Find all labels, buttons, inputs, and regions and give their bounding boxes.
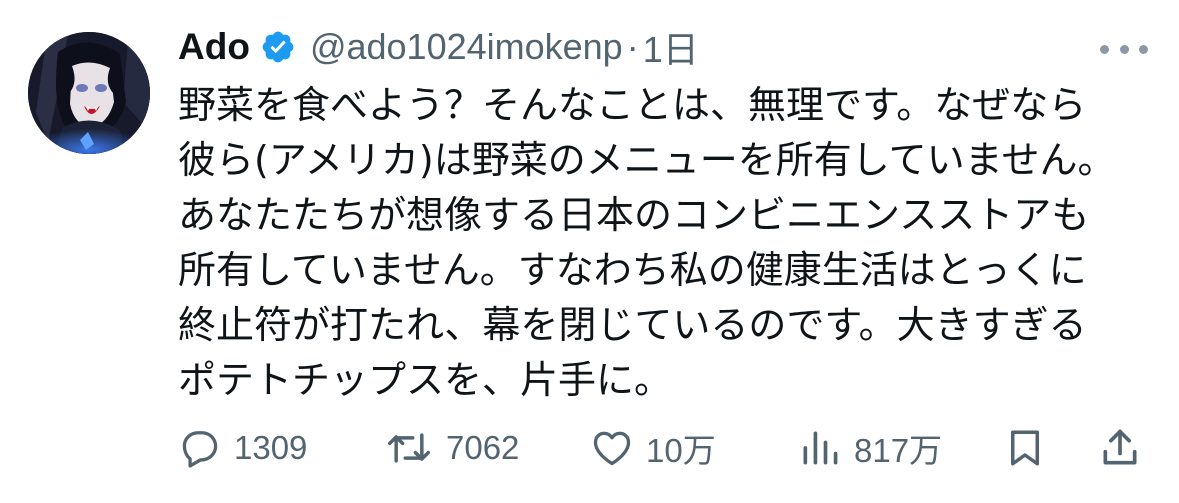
like-button[interactable]: 10万 — [590, 420, 716, 476]
repost-count: 7062 — [446, 429, 520, 466]
post-header: Ado @ado1024imokenp · 1日 — [178, 22, 699, 72]
post-text-line: 所有していません。すなわち私の健康生活はとっくに — [178, 248, 1087, 292]
timestamp[interactable]: 1日 — [643, 21, 699, 73]
action-bar: 1309 7062 10万 817万 — [178, 420, 1148, 476]
post-text-line: あなたたちが想像する日本のコンビニエンスストアも — [178, 193, 1090, 237]
more-dot — [1119, 44, 1129, 54]
more-horizontal-icon[interactable] — [1100, 34, 1148, 64]
separator-dot: · — [626, 26, 639, 67]
post-text-line: 彼ら(アメリカ)は野菜のメニューを所有していません。 — [178, 138, 1116, 182]
share-icon — [1103, 429, 1137, 465]
handle[interactable]: @ado1024imokenp — [310, 26, 623, 68]
repost-button[interactable]: 7062 — [384, 420, 519, 476]
heart-icon — [593, 431, 631, 466]
post-text-line: 終止符が打たれ、幕を閉じているのです。大きすぎる — [178, 303, 1087, 347]
repost-icon — [388, 433, 430, 463]
post-text-line: ポテトチップスを、片手に。 — [178, 358, 673, 402]
display-name[interactable]: Ado — [178, 26, 250, 68]
reply-icon — [182, 431, 218, 468]
avatar[interactable] — [28, 32, 150, 154]
post-text-line: 野菜を食べよう？そんなことは、無理です。なぜなら — [178, 83, 1087, 127]
avatar-illustration — [28, 32, 150, 154]
bookmark-icon — [1011, 430, 1039, 466]
bookmark-button[interactable] — [1004, 420, 1046, 476]
reply-button[interactable]: 1309 — [178, 420, 307, 476]
views-button[interactable]: 817万 — [798, 420, 942, 476]
share-button[interactable] — [1098, 420, 1142, 476]
verified-badge-icon — [260, 29, 296, 65]
post-text: 野菜を食べよう？そんなことは、無理です。なぜなら 彼ら(アメリカ)は野菜のメニュ… — [178, 78, 1138, 408]
more-dot — [1139, 44, 1148, 54]
tweet[interactable]: Ado @ado1024imokenp · 1日 野菜を食べよう？そんなことは、… — [0, 0, 1179, 503]
views-chart-icon — [803, 431, 838, 465]
reply-count: 1309 — [234, 429, 308, 466]
views-count: 817万 — [854, 432, 943, 469]
like-count: 10万 — [646, 432, 716, 469]
more-dot — [1100, 44, 1109, 54]
